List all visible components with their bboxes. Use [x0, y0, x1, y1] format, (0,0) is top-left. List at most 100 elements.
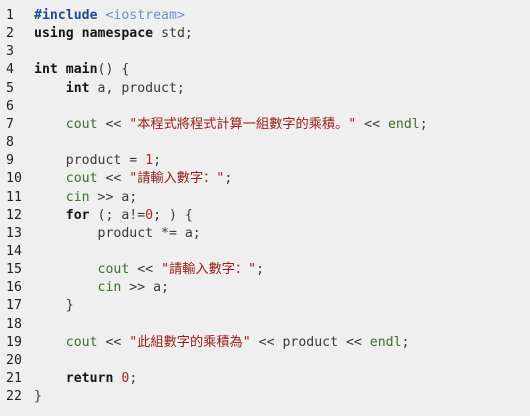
code-text-token: <<: [356, 116, 388, 132]
code-text-token: a, product;: [89, 80, 185, 96]
line-number: 22: [6, 389, 22, 405]
line-number: 3: [6, 44, 14, 60]
code-line: 20: [0, 352, 530, 370]
string-literal-token: "此組數字的乘積為": [129, 334, 251, 350]
line-number: 7: [6, 116, 14, 132]
code-text-token: >> a;: [89, 189, 138, 205]
code-editor[interactable]: 1 #include <iostream> 2 using namespace std…: [0, 0, 530, 416]
line-number: 6: [6, 98, 14, 114]
code-text-token: ;: [401, 334, 410, 350]
preprocessor-token: #include: [34, 8, 98, 23]
code-text-token: <<: [97, 334, 130, 350]
library-identifier-token: cout: [65, 116, 98, 132]
code-line: 7 cout << "本程式將程式計算一組數字的乘積。" << endl;: [0, 116, 530, 134]
line-number: 2: [6, 26, 14, 42]
line-number: 13: [6, 225, 22, 241]
code-line: 11 cin >> a;: [0, 189, 530, 207]
line-number: 14: [6, 243, 22, 259]
line-number: 16: [6, 280, 22, 296]
string-literal-token: "本程式將程式計算一組數字的乘積。": [129, 116, 357, 132]
keyword-token: namespace: [81, 26, 154, 42]
line-number: 5: [6, 80, 14, 96]
code-text-token: }: [34, 298, 74, 314]
code-line: 15 cout << "請輸入數字：";: [0, 261, 530, 279]
line-number: 17: [6, 298, 22, 314]
code-text-token: <<: [97, 171, 130, 187]
keyword-token: using: [34, 26, 74, 42]
code-line: 19 cout << "此組數字的乘積為" << product << endl…: [0, 334, 530, 352]
code-content: for (; a!=0; ) {: [34, 207, 193, 225]
code-content: cin >> a;: [34, 189, 137, 207]
line-number: 8: [6, 135, 14, 150]
keyword-token: int: [65, 80, 90, 96]
line-number: 12: [6, 207, 22, 223]
code-line: 6: [0, 98, 530, 116]
code-text-token: ;: [224, 171, 233, 187]
code-content: cout << "此組數字的乘積為" << product << endl;: [34, 334, 410, 352]
code-text-token: ;: [419, 116, 428, 132]
line-number: 15: [6, 262, 22, 278]
library-identifier-token: cin: [97, 280, 122, 296]
code-line: 9 product = 1;: [0, 152, 530, 170]
code-text-token: << product <<: [250, 334, 370, 350]
code-content: cout << "本程式將程式計算一組數字的乘積。" << endl;: [34, 116, 428, 134]
code-content: cout << "請輸入數字：";: [34, 170, 233, 188]
code-line: 21 return 0;: [0, 370, 530, 388]
code-content: #include <iostream>: [34, 7, 185, 25]
code-content: using namespace std;: [34, 25, 193, 43]
code-line: 17 }: [0, 297, 530, 315]
code-line: 14: [0, 243, 530, 261]
code-content: int main() {: [34, 61, 129, 79]
code-content: }: [34, 297, 74, 315]
string-literal-token: "請輸入數字：": [129, 171, 225, 187]
code-text-token: }: [34, 389, 42, 405]
line-number: 11: [6, 189, 22, 205]
library-identifier-token: cin: [65, 189, 90, 205]
library-identifier-token: cout: [65, 334, 98, 350]
code-line: 4 int main() {: [0, 61, 530, 79]
code-line: 1 #include <iostream>: [0, 7, 530, 25]
code-content: }: [34, 388, 42, 406]
code-text-token: (; a!=: [89, 207, 146, 223]
library-identifier-token: endl: [387, 116, 420, 132]
code-content: int a, product;: [34, 80, 185, 98]
code-line: 13 product *= a;: [0, 225, 530, 243]
line-number: 10: [6, 171, 22, 187]
number-literal-token: 1: [145, 153, 154, 169]
code-line: 2 using namespace std;: [0, 25, 530, 43]
keyword-token: main: [65, 62, 98, 78]
code-text-token: ;: [153, 153, 162, 169]
code-text-token: product *= a;: [34, 225, 201, 241]
number-literal-token: 0: [145, 207, 154, 223]
code-content: return 0;: [34, 370, 138, 388]
code-line: 5 int a, product;: [0, 80, 530, 98]
string-literal-token: "請輸入數字：": [161, 262, 257, 278]
keyword-token: int: [34, 62, 58, 78]
line-number: 21: [6, 371, 22, 386]
code-line: 16 cin >> a;: [0, 279, 530, 297]
keyword-token: return: [65, 371, 114, 386]
library-identifier-token: cout: [97, 262, 130, 278]
library-identifier-token: endl: [369, 334, 402, 350]
line-number: 19: [6, 334, 22, 350]
code-text-token: ;: [129, 371, 138, 386]
include-target-token: <iostream>: [105, 8, 185, 23]
line-number: 9: [6, 153, 14, 169]
code-content: cin >> a;: [34, 279, 169, 297]
code-line: 10 cout << "請輸入數字：";: [0, 170, 530, 188]
code-line: 18: [0, 316, 530, 334]
line-number: 18: [6, 316, 22, 332]
code-line: 8: [0, 134, 530, 152]
library-identifier-token: cout: [65, 171, 98, 187]
